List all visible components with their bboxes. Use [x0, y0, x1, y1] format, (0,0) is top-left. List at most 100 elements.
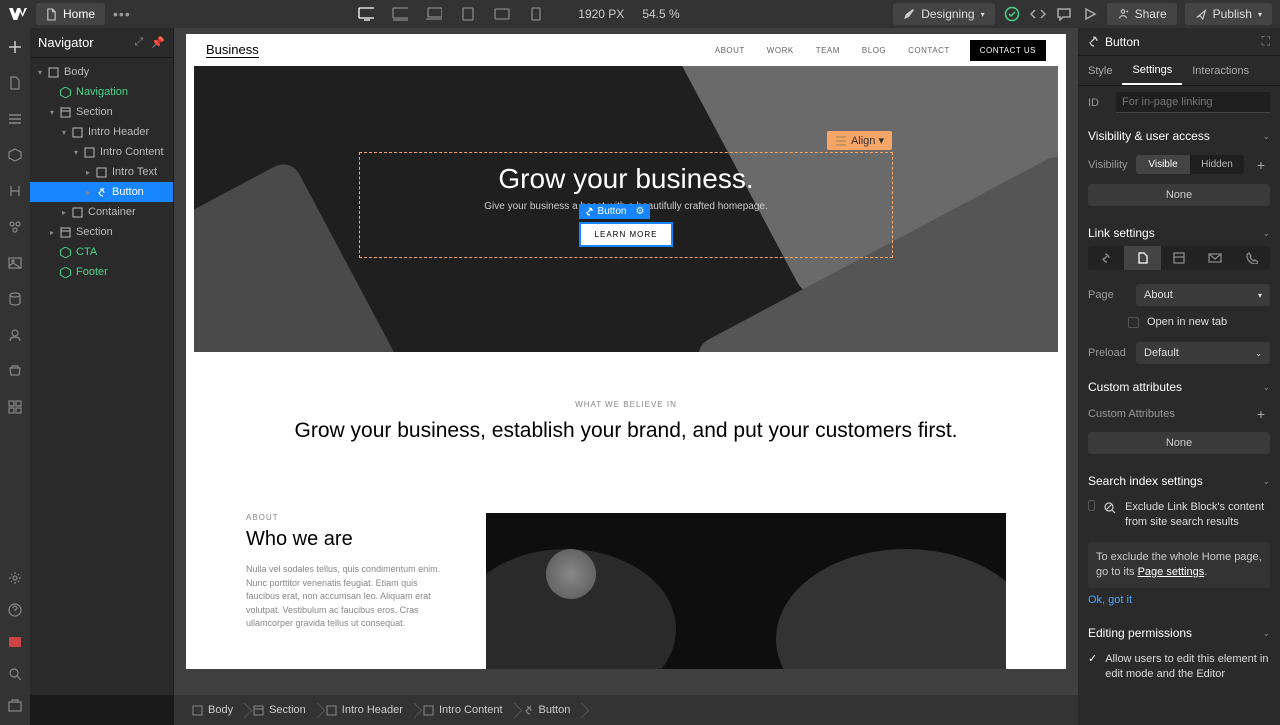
- contact-button[interactable]: CONTACT US: [970, 40, 1046, 61]
- collapse-icon[interactable]: ⤢: [134, 36, 143, 49]
- nav-item-body[interactable]: ▾Body: [30, 62, 173, 82]
- nav-item-section[interactable]: ▸Section: [30, 222, 173, 242]
- tablet-icon[interactable]: [460, 7, 476, 21]
- nav-item-footer[interactable]: Footer: [30, 262, 173, 282]
- tab-settings[interactable]: Settings: [1122, 56, 1182, 85]
- id-input[interactable]: [1116, 92, 1270, 113]
- tablet-landscape-icon[interactable]: [494, 7, 510, 21]
- nav-item-section[interactable]: ▾Section: [30, 102, 173, 122]
- laptop-icon[interactable]: [426, 7, 442, 21]
- preload-select[interactable]: Default⌄: [1136, 342, 1270, 364]
- navigator-icon[interactable]: [6, 110, 24, 128]
- about-body[interactable]: Nulla vel sodales tellus, quis condiment…: [246, 563, 446, 631]
- crumb-intro-header[interactable]: Intro Header: [318, 704, 415, 716]
- nav-team[interactable]: TEAM: [816, 46, 840, 55]
- visibility-none[interactable]: None: [1088, 184, 1270, 206]
- comment-icon[interactable]: [1055, 5, 1073, 23]
- checkbox-icon[interactable]: [1088, 500, 1095, 511]
- video-icon[interactable]: [6, 633, 24, 651]
- checkbox-icon[interactable]: [1128, 317, 1139, 328]
- crumb-button[interactable]: Button: [515, 704, 583, 716]
- learn-more-button[interactable]: LEARN MORE: [579, 222, 674, 247]
- nav-item-intro-text[interactable]: ▸Intro Text: [30, 162, 173, 182]
- nav-item-cta[interactable]: CTA: [30, 242, 173, 262]
- nav-work[interactable]: WORK: [767, 46, 794, 55]
- selection-label[interactable]: Button: [579, 204, 633, 219]
- custom-attr-none[interactable]: None: [1088, 432, 1270, 454]
- desktop-large-icon[interactable]: [392, 7, 408, 21]
- link-page-icon[interactable]: [1124, 246, 1160, 270]
- page-select[interactable]: About▾: [1136, 284, 1270, 306]
- chevron-down-icon[interactable]: ⌄: [1262, 382, 1270, 393]
- ecommerce-icon[interactable]: [6, 362, 24, 380]
- link-email-icon[interactable]: [1197, 246, 1233, 270]
- add-icon[interactable]: [6, 38, 24, 56]
- nav-item-intro-header[interactable]: ▾Intro Header: [30, 122, 173, 142]
- settings-icon[interactable]: [6, 569, 24, 587]
- nav-item-button[interactable]: ▸Button: [30, 182, 173, 202]
- open-new-tab-row[interactable]: Open in new tab: [1078, 312, 1280, 336]
- share-button[interactable]: Share: [1107, 3, 1177, 25]
- tagline[interactable]: WHAT WE BELIEVE IN: [246, 400, 1006, 409]
- assets-icon[interactable]: [6, 254, 24, 272]
- crumb-section[interactable]: Section: [245, 704, 318, 716]
- nav-about[interactable]: ABOUT: [715, 46, 745, 55]
- nav-item-navigation[interactable]: Navigation: [30, 82, 173, 102]
- users-icon[interactable]: [6, 326, 24, 344]
- about-title[interactable]: Who we are: [246, 528, 446, 551]
- page-selector[interactable]: Home: [36, 3, 105, 25]
- check-icon[interactable]: [1003, 5, 1021, 23]
- cms-icon[interactable]: [6, 290, 24, 308]
- link-url-icon[interactable]: [1088, 246, 1124, 270]
- crumb-body[interactable]: Body: [184, 704, 245, 716]
- nav-contact[interactable]: CONTACT: [908, 46, 950, 55]
- chevron-down-icon[interactable]: ⌄: [1262, 476, 1270, 487]
- search-icon[interactable]: [6, 665, 24, 683]
- visibility-toggle[interactable]: Visible Hidden: [1136, 155, 1244, 174]
- chevron-down-icon[interactable]: ⌄: [1262, 628, 1270, 639]
- focus-icon[interactable]: ⛶: [1262, 34, 1270, 49]
- chevron-down-icon[interactable]: ⌄: [1262, 131, 1270, 142]
- ok-got-it-link[interactable]: Ok, got it: [1088, 594, 1270, 606]
- add-visibility-icon[interactable]: +: [1252, 157, 1270, 173]
- code-icon[interactable]: [1029, 5, 1047, 23]
- hero-title[interactable]: Grow your business.: [498, 163, 753, 195]
- desktop-icon[interactable]: [358, 7, 374, 21]
- link-phone-icon[interactable]: [1234, 246, 1270, 270]
- perm-row[interactable]: ✓ Allow users to edit this element in ed…: [1078, 646, 1280, 688]
- link-section-icon[interactable]: [1161, 246, 1197, 270]
- components-icon[interactable]: [6, 146, 24, 164]
- webflow-logo-icon[interactable]: [8, 4, 28, 24]
- tab-style[interactable]: Style: [1078, 56, 1122, 85]
- nav-item-container[interactable]: ▸Container: [30, 202, 173, 222]
- nav-item-intro-content[interactable]: ▾Intro Content: [30, 142, 173, 162]
- mobile-icon[interactable]: [528, 7, 544, 21]
- link-type-selector: [1088, 246, 1270, 270]
- help-icon[interactable]: [6, 601, 24, 619]
- page-settings-link[interactable]: Page settings: [1138, 566, 1205, 578]
- hero-content-selected[interactable]: Align ▾ Grow your business. Give your bu…: [359, 152, 893, 258]
- mode-dropdown[interactable]: Designing ▾: [893, 3, 994, 25]
- chevron-down-icon[interactable]: ⌄: [1262, 228, 1270, 239]
- variables-icon[interactable]: [6, 182, 24, 200]
- nav-blog[interactable]: BLOG: [862, 46, 886, 55]
- more-icon[interactable]: •••: [113, 6, 131, 22]
- exclude-row[interactable]: Exclude Link Block's content from site s…: [1078, 494, 1280, 536]
- publish-button[interactable]: Publish ▾: [1185, 3, 1272, 25]
- selection-settings-icon[interactable]: ⚙: [631, 204, 650, 219]
- styles-icon[interactable]: [6, 218, 24, 236]
- about-image-placeholder[interactable]: [486, 513, 1006, 669]
- apps-icon[interactable]: [6, 398, 24, 416]
- play-icon[interactable]: [1081, 5, 1099, 23]
- brand[interactable]: Business: [206, 42, 259, 58]
- align-badge[interactable]: Align ▾: [827, 131, 892, 150]
- section2-title[interactable]: Grow your business, establish your brand…: [246, 417, 1006, 445]
- pin-icon[interactable]: 📌: [151, 36, 165, 49]
- audit-icon[interactable]: [6, 697, 24, 715]
- crumb-intro-content[interactable]: Intro Content: [415, 704, 515, 716]
- about-label[interactable]: ABOUT: [246, 513, 446, 522]
- canvas[interactable]: Business ABOUT WORK TEAM BLOG CONTACT CONTAC…: [186, 34, 1066, 669]
- add-attribute-icon[interactable]: +: [1252, 406, 1270, 422]
- pages-icon[interactable]: [6, 74, 24, 92]
- tab-interactions[interactable]: Interactions: [1182, 56, 1259, 85]
